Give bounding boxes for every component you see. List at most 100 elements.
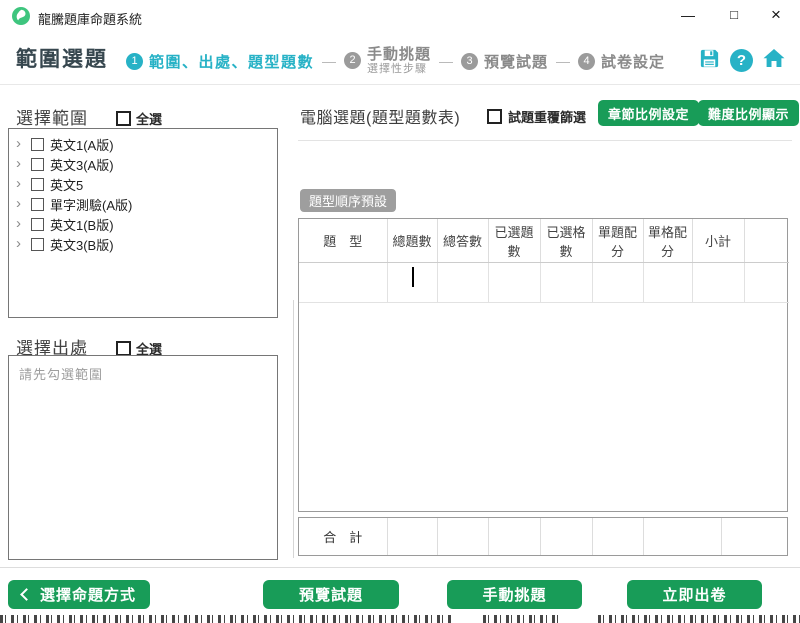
checkbox-icon[interactable] (31, 178, 44, 191)
footer-divider (0, 567, 800, 568)
tree-item-book[interactable]: › 單字測驗(A版) (9, 194, 277, 214)
table-cell-total-answers[interactable] (437, 263, 488, 303)
range-select-all-label: 全選 (136, 109, 162, 128)
range-select-all[interactable]: 全選 (116, 109, 162, 128)
page-title: 範圍選題 (16, 43, 108, 73)
back-to-mode-button[interactable]: 選擇命題方式 (8, 580, 150, 609)
type-order-preset-button[interactable]: 題型順序預設 (300, 189, 396, 212)
right-panel-divider (298, 140, 792, 141)
checkbox-icon[interactable] (31, 238, 44, 251)
table-cell-total-questions[interactable] (387, 263, 437, 303)
tree-item-label: 英文3(A版) (50, 155, 114, 174)
step-1-range[interactable]: 1 範圍、出處、題型題數 (126, 51, 314, 72)
tree-item-label: 英文3(B版) (50, 235, 114, 254)
close-button[interactable]: × (754, 0, 798, 32)
checkbox-icon[interactable] (487, 109, 502, 124)
help-icon[interactable]: ? (730, 49, 753, 72)
question-type-table-panel: 題 型 總題數 總答數 已選題數 已選格數 單題配分 單格配分 小計 (298, 218, 788, 512)
window-title: 龍騰題庫命題系統 (38, 9, 142, 28)
tree-item-book[interactable]: › 英文5 (9, 174, 277, 194)
total-table: 合 計 (299, 518, 789, 555)
chevron-right-icon[interactable]: › (16, 178, 25, 190)
table-cell-extra[interactable] (744, 263, 789, 303)
total-row: 合 計 (299, 518, 789, 555)
difficulty-ratio-button[interactable]: 難度比例顯示 (698, 100, 799, 126)
generate-paper-button[interactable]: 立即出卷 (627, 580, 762, 609)
step-2-manual-pick[interactable]: 2 手動挑題 選擇性步驟 (344, 46, 431, 76)
table-header-cell: 題 型 (299, 219, 387, 263)
step-1-badge: 1 (126, 53, 143, 70)
tree-item-book[interactable]: › 英文1(B版) (9, 214, 277, 234)
header-divider (0, 84, 800, 85)
question-type-table: 題 型 總題數 總答數 已選題數 已選格數 單題配分 單格配分 小計 (299, 219, 789, 303)
table-cell-score-per-question[interactable] (592, 263, 643, 303)
manual-pick-button[interactable]: 手動挑題 (447, 580, 582, 609)
total-value-cell (387, 518, 437, 555)
step-connector: — (554, 53, 572, 69)
title-bar: 龍騰題庫命題系統 — □ × (0, 0, 800, 32)
checkbox-icon[interactable] (31, 198, 44, 211)
preview-questions-button[interactable]: 預覽試題 (263, 580, 399, 609)
maximize-button[interactable]: □ (712, 0, 756, 32)
table-header-cell: 已選格數 (540, 219, 592, 263)
tree-item-book[interactable]: › 英文3(A版) (9, 154, 277, 174)
total-label-cell: 合 計 (299, 518, 387, 555)
header-toolbar: ? (698, 46, 786, 75)
chevron-right-icon[interactable]: › (16, 238, 25, 250)
step-1-label: 範圍、出處、題型題數 (149, 51, 314, 72)
table-header-cell: 已選題數 (488, 219, 540, 263)
table-cell-selected-questions[interactable] (488, 263, 540, 303)
checkbox-icon[interactable] (31, 158, 44, 171)
checkbox-icon[interactable] (31, 138, 44, 151)
table-cell-type[interactable] (299, 263, 387, 303)
app-logo-icon (12, 7, 30, 25)
step-4-badge: 4 (578, 53, 595, 70)
tree-item-label: 英文1(B版) (50, 215, 114, 234)
checkbox-icon[interactable] (116, 341, 131, 356)
table-header-cell: 總題數 (387, 219, 437, 263)
total-value-cell (540, 518, 592, 555)
step-3-badge: 3 (461, 53, 478, 70)
minimize-button[interactable]: — (666, 0, 710, 32)
source-list-panel: 請先勾選範圍 (8, 355, 278, 560)
duplicate-filter-checkbox[interactable]: 試題重覆篩選 (487, 107, 586, 126)
table-cell-selected-blanks[interactable] (540, 263, 592, 303)
wizard-steps: 1 範圍、出處、題型題數 — 2 手動挑題 選擇性步驟 — 3 預覽試題 — 4… (126, 38, 665, 84)
clipped-text-gap (452, 612, 480, 623)
step-3-label: 預覽試題 (484, 51, 548, 72)
duplicate-filter-label: 試題重覆篩選 (508, 107, 586, 126)
table-header-cell: 小計 (692, 219, 744, 263)
step-4-paper-settings[interactable]: 4 試卷設定 (578, 51, 665, 72)
total-row-panel: 合 計 (298, 517, 788, 556)
chevron-right-icon[interactable]: › (16, 198, 25, 210)
step-2-label: 手動挑題 (367, 46, 431, 63)
step-connector: — (320, 53, 338, 69)
chevron-right-icon[interactable]: › (16, 158, 25, 170)
chapter-ratio-button[interactable]: 章節比例設定 (598, 100, 699, 126)
chevron-right-icon[interactable]: › (16, 138, 25, 150)
chevron-right-icon[interactable]: › (16, 218, 25, 230)
clipped-text-gap (560, 612, 594, 623)
table-cell-score-per-blank[interactable] (643, 263, 692, 303)
home-icon[interactable] (762, 46, 786, 75)
step-2-sublabel: 選擇性步驟 (367, 63, 431, 76)
panel-divider (293, 300, 294, 558)
tree-item-label: 單字測驗(A版) (50, 195, 132, 214)
checkbox-icon[interactable] (31, 218, 44, 231)
total-value-cell (592, 518, 643, 555)
tree-item-book[interactable]: › 英文3(B版) (9, 234, 277, 254)
total-value-cell (643, 518, 721, 555)
save-icon[interactable] (698, 47, 721, 75)
tree-item-label: 英文1(A版) (50, 135, 114, 154)
step-3-preview[interactable]: 3 預覽試題 (461, 51, 548, 72)
computer-pick-title: 電腦選題(題型題數表) (300, 104, 460, 128)
range-section-title: 選擇範圍 (16, 104, 88, 129)
table-header-cell (744, 219, 789, 263)
tree-item-book[interactable]: › 英文1(A版) (9, 134, 277, 154)
total-value-cell (488, 518, 540, 555)
range-tree-panel: › 英文1(A版) › 英文3(A版) › 英文5 › 單字測驗(A版) › (8, 128, 278, 318)
clipped-text-strip (0, 615, 800, 623)
checkbox-icon[interactable] (116, 111, 131, 126)
table-cell-subtotal[interactable] (692, 263, 744, 303)
table-header-cell: 單題配分 (592, 219, 643, 263)
